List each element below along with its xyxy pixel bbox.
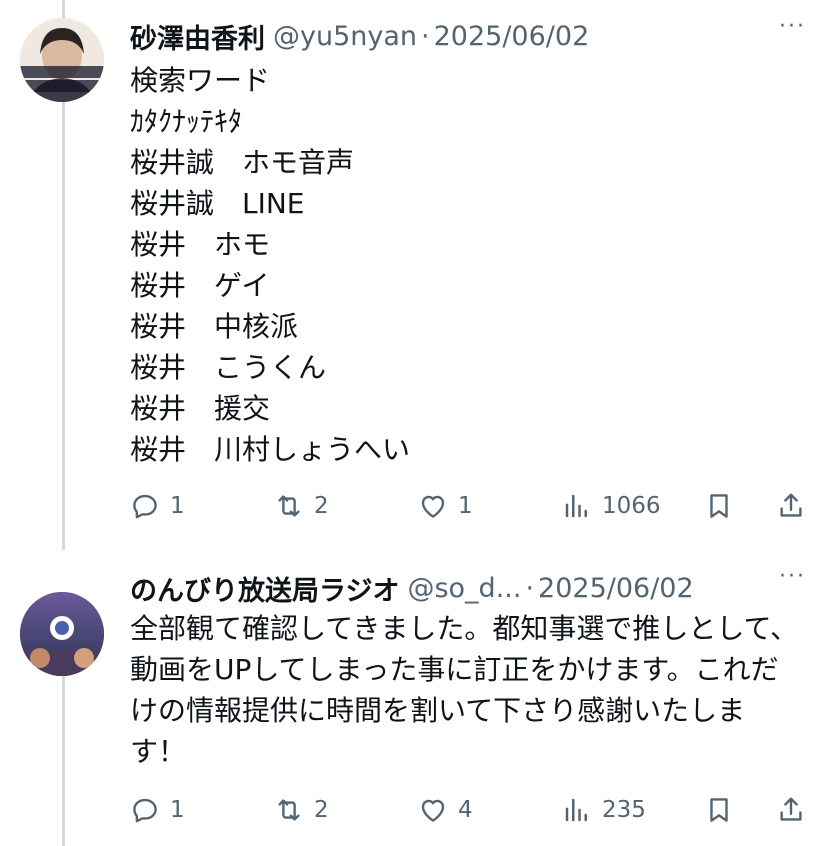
heart-icon [421, 495, 445, 518]
tweet[interactable]: のんびり放送局ラジオ @so_d... · 2025/06/02 ··· 全部観… [0, 550, 828, 846]
timestamp[interactable]: 2025/06/02 [434, 21, 590, 52]
retweet-button[interactable]: 2 [274, 790, 329, 830]
tweet-header: 砂澤由香利 @yu5nyan · 2025/06/02 [130, 16, 808, 56]
text-line: 桜井誠 LINE [130, 187, 305, 220]
retweet-button[interactable]: 2 [274, 486, 329, 526]
text-line: 桜井 こうくん [130, 351, 327, 384]
share-icon [780, 797, 802, 821]
separator-dot: · [421, 20, 430, 52]
text-line: 桜井誠 ホモ音声 [130, 146, 355, 179]
tweet[interactable]: 砂澤由香利 @yu5nyan · 2025/06/02 ··· 検索ワード ｶﾀ… [0, 0, 828, 550]
avatar[interactable] [20, 592, 104, 676]
more-options-icon[interactable]: ··· [779, 564, 806, 589]
text-line: 桜井 川村しょうへい [130, 433, 411, 466]
views-button[interactable]: 235 [562, 790, 646, 830]
text-line: 桜井 援交 [130, 392, 271, 425]
text-line: 桜井 ホモ [130, 228, 271, 261]
views-icon [565, 494, 587, 518]
reply-button[interactable]: 1 [130, 790, 185, 830]
reply-icon [133, 494, 157, 519]
bookmark-button[interactable] [704, 790, 734, 830]
bookmark-icon [710, 798, 728, 822]
share-button[interactable] [776, 486, 806, 526]
like-button[interactable]: 4 [418, 790, 473, 830]
text-line: 桜井 中核派 [130, 310, 299, 343]
like-count: 4 [458, 797, 473, 823]
more-options-icon[interactable]: ··· [779, 14, 806, 39]
tweet-actions: 1 2 1 1066 [130, 486, 810, 526]
user-handle[interactable]: @so_d... [407, 573, 521, 604]
display-name[interactable]: のんびり放送局ラジオ [130, 569, 399, 608]
reply-count: 1 [170, 493, 185, 519]
view-count: 1066 [602, 493, 661, 519]
separator-dot: · [525, 572, 535, 604]
views-icon [565, 798, 587, 822]
tweet-text: 全部観て確認してきました。都知事選で推しとして、動画をUPしてしまった事に訂正を… [130, 612, 799, 768]
user-handle[interactable]: @yu5nyan [273, 21, 417, 52]
bookmark-icon [710, 494, 728, 518]
like-count: 1 [458, 493, 473, 519]
views-button[interactable]: 1066 [562, 486, 661, 526]
like-button[interactable]: 1 [418, 486, 473, 526]
text-line: 検索ワード [130, 64, 271, 97]
retweet-count: 2 [314, 797, 329, 823]
tweet-text: 検索ワード ｶﾀｸﾅｯﾃｷﾀ 桜井誠 ホモ音声 桜井誠 LINE 桜井 ホモ 桜… [130, 60, 410, 470]
reply-count: 1 [170, 797, 185, 823]
share-button[interactable] [776, 790, 806, 830]
avatar-image [20, 18, 104, 102]
heart-icon [421, 799, 445, 822]
avatar[interactable] [20, 18, 104, 102]
text-line: 桜井 ゲイ [130, 269, 270, 302]
tweet-actions: 1 2 4 235 [130, 790, 810, 830]
share-icon [780, 493, 802, 517]
text-line: ｶﾀｸﾅｯﾃｷﾀ [130, 105, 243, 138]
retweet-count: 2 [314, 493, 329, 519]
retweet-icon [278, 799, 300, 821]
reply-button[interactable]: 1 [130, 486, 185, 526]
avatar-image [20, 592, 104, 676]
view-count: 235 [602, 797, 646, 823]
tweet-header: のんびり放送局ラジオ @so_d... · 2025/06/02 [130, 568, 808, 608]
bookmark-button[interactable] [704, 486, 734, 526]
timestamp[interactable]: 2025/06/02 [538, 573, 694, 604]
display-name[interactable]: 砂澤由香利 [130, 17, 265, 56]
retweet-icon [278, 495, 300, 517]
reply-icon [133, 798, 157, 823]
